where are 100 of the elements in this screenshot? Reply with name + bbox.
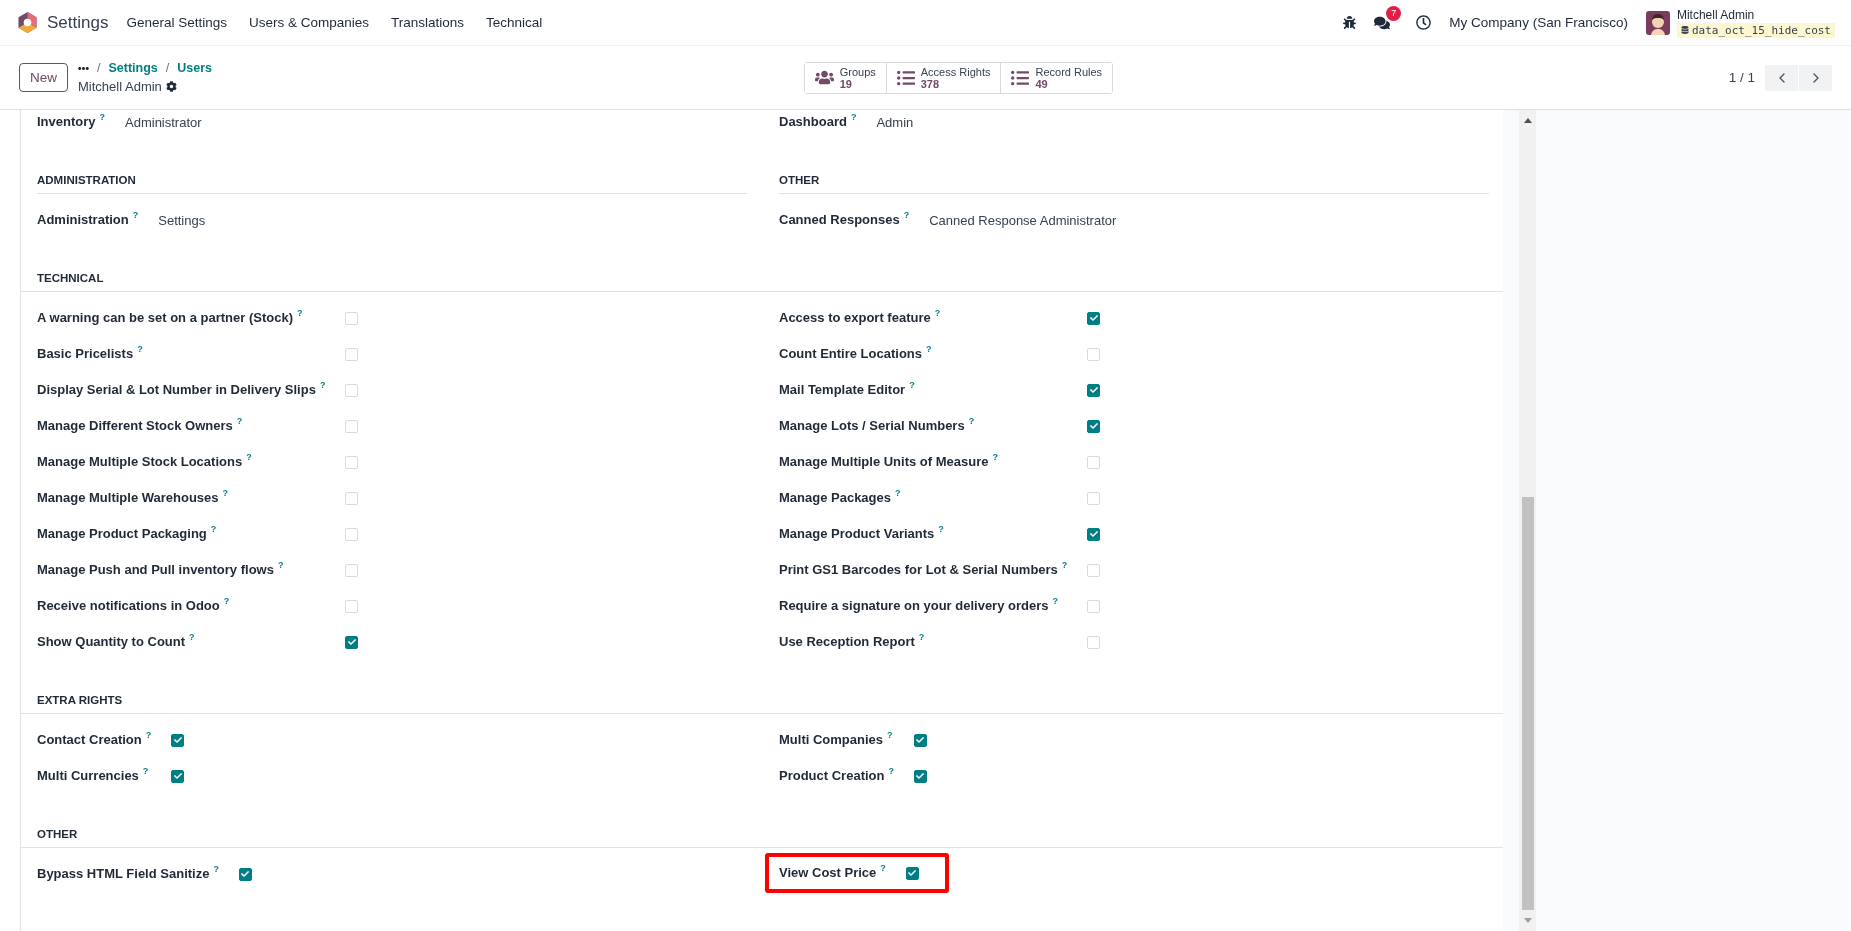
breadcrumb-separator: / [97, 61, 101, 75]
check-icon [241, 870, 250, 878]
checkbox[interactable] [171, 769, 185, 783]
menu-item[interactable]: Translations [391, 15, 465, 30]
section-heading: OTHER [779, 172, 1489, 194]
field-label: Print GS1 Barcodes for Lot & Serial Numbers $^{?}$ [779, 559, 1068, 579]
field-label: Multi Currencies $^{?}$ [37, 765, 150, 785]
field-label: Show Quantity to Count $^{?}$ [37, 631, 196, 651]
breadcrumb-link[interactable]: Settings [108, 61, 158, 75]
field-label: Canned Responses $^{?}$ [779, 209, 910, 229]
help-tooltip-mark[interactable]: ? [236, 416, 243, 426]
menu-item[interactable]: Users & Companies [249, 15, 370, 30]
help-tooltip-mark[interactable]: ? [222, 488, 229, 498]
field-label: Basic Pricelists $^{?}$ [37, 343, 144, 363]
chat-icon[interactable] [1374, 14, 1391, 31]
help-tooltip-mark[interactable]: ? [132, 210, 139, 220]
field-label: Dashboard $^{?}$ [779, 111, 857, 131]
database-icon [1680, 26, 1689, 34]
company-switcher[interactable]: My Company (San Francisco) [1449, 15, 1628, 30]
help-tooltip-mark[interactable]: ? [926, 344, 932, 354]
field-label: Display Serial & Lot Number in Delivery Slips $^{?}$ [37, 379, 326, 399]
user-name[interactable]: Mitchell Admin [1676, 7, 1835, 23]
user-avatar[interactable] [1645, 10, 1670, 35]
help-tooltip-mark[interactable]: ? [968, 416, 975, 426]
check-icon [1089, 386, 1098, 394]
help-tooltip-mark[interactable]: ? [1052, 596, 1058, 606]
field-label: A warning can be set on a partner (Stock) $^{?}$ [37, 307, 304, 327]
help-tooltip-mark[interactable]: ? [213, 864, 219, 874]
checkbox[interactable] [1087, 311, 1101, 325]
checkbox[interactable] [913, 733, 927, 747]
check-icon [1089, 530, 1098, 538]
help-tooltip-mark[interactable]: ? [880, 863, 886, 873]
help-tooltip-mark[interactable]: ? [223, 596, 230, 606]
help-tooltip-mark[interactable]: ? [938, 524, 944, 534]
help-tooltip-mark[interactable]: ? [277, 560, 284, 570]
new-button[interactable]: New [19, 63, 68, 92]
field-label: Access to export feature $^{?}$ [779, 307, 942, 327]
help-tooltip-mark[interactable]: ? [99, 112, 105, 122]
help-tooltip-mark[interactable]: ? [1061, 560, 1068, 570]
smart-button[interactable]: Groups 19 [804, 62, 887, 93]
help-tooltip-mark[interactable]: ? [210, 524, 217, 534]
field-value[interactable]: Admin [876, 114, 1489, 130]
message-count-badge: 7 [1386, 5, 1402, 21]
checkbox[interactable] [238, 867, 252, 881]
help-tooltip-mark[interactable]: ? [895, 488, 901, 498]
menu-item[interactable]: General Settings [126, 15, 227, 30]
help-tooltip-mark[interactable]: ? [145, 730, 152, 740]
pager-counter: 1 / 1 [1728, 70, 1755, 85]
help-tooltip-mark[interactable]: ? [137, 344, 143, 354]
checkbox[interactable] [913, 769, 927, 783]
next-button[interactable] [1799, 64, 1832, 91]
menu-item[interactable]: Technical [486, 15, 543, 30]
checkbox[interactable] [1087, 419, 1101, 433]
field-label: Receive notifications in Odoo $^{?}$ [37, 595, 231, 615]
help-tooltip-mark[interactable]: ? [903, 210, 910, 220]
checkbox[interactable] [1087, 527, 1101, 541]
help-tooltip-mark[interactable]: ? [319, 380, 326, 390]
help-tooltip-mark[interactable]: ? [992, 452, 998, 462]
scrollbar[interactable] [1519, 110, 1536, 931]
bug-icon[interactable] [1343, 16, 1357, 29]
field-label: Use Reception Report $^{?}$ [779, 631, 926, 651]
field-label: Inventory $^{?}$ [37, 111, 105, 131]
section-heading: ADMINISTRATION [37, 172, 747, 194]
help-tooltip-mark[interactable]: ? [934, 308, 941, 318]
check-icon [347, 638, 356, 646]
help-tooltip-mark[interactable]: ? [246, 452, 252, 462]
check-icon [916, 772, 925, 780]
field-value[interactable]: Canned Response Administrator [929, 212, 1489, 228]
settings-icon[interactable] [165, 81, 177, 92]
help-tooltip-mark[interactable]: ? [909, 380, 915, 390]
field-label: Manage Multiple Units of Measure $^{?}$ [779, 451, 999, 471]
help-tooltip-mark[interactable]: ? [850, 112, 857, 122]
check-icon [916, 736, 925, 744]
app-logo[interactable] [18, 12, 37, 33]
help-tooltip-mark[interactable]: ? [887, 730, 893, 740]
field-label: Manage Product Variants $^{?}$ [779, 523, 945, 543]
previous-button[interactable] [1765, 64, 1798, 91]
scrollbar-thumb[interactable] [1521, 497, 1534, 910]
checkbox[interactable] [905, 866, 919, 880]
field-value[interactable]: Settings [158, 212, 747, 228]
section-heading: TECHNICAL [21, 270, 1503, 292]
section-heading: EXTRA RIGHTS [21, 692, 1503, 714]
check-icon [908, 869, 917, 877]
field-label: Bypass HTML Field Sanitize $^{?}$ [37, 863, 219, 883]
checkbox[interactable] [171, 733, 185, 747]
help-tooltip-mark[interactable]: ? [918, 632, 925, 642]
help-tooltip-mark[interactable]: ? [189, 632, 195, 642]
record-title: Mitchell Admin [78, 79, 162, 94]
help-tooltip-mark[interactable]: ? [142, 766, 149, 776]
clock-icon[interactable] [1416, 15, 1432, 30]
field-label: Multi Companies $^{?}$ [779, 729, 894, 749]
check-icon [173, 736, 182, 744]
help-tooltip-mark[interactable]: ? [888, 766, 894, 776]
help-tooltip-mark[interactable]: ? [296, 308, 303, 318]
breadcrumb-link[interactable]: Users [177, 61, 213, 75]
field-value[interactable]: Administrator [125, 114, 747, 130]
checkbox[interactable] [1087, 383, 1101, 397]
field-label: Count Entire Locations $^{?}$ [779, 343, 933, 363]
checkbox[interactable] [345, 635, 359, 649]
app-name[interactable]: Settings [47, 12, 109, 33]
